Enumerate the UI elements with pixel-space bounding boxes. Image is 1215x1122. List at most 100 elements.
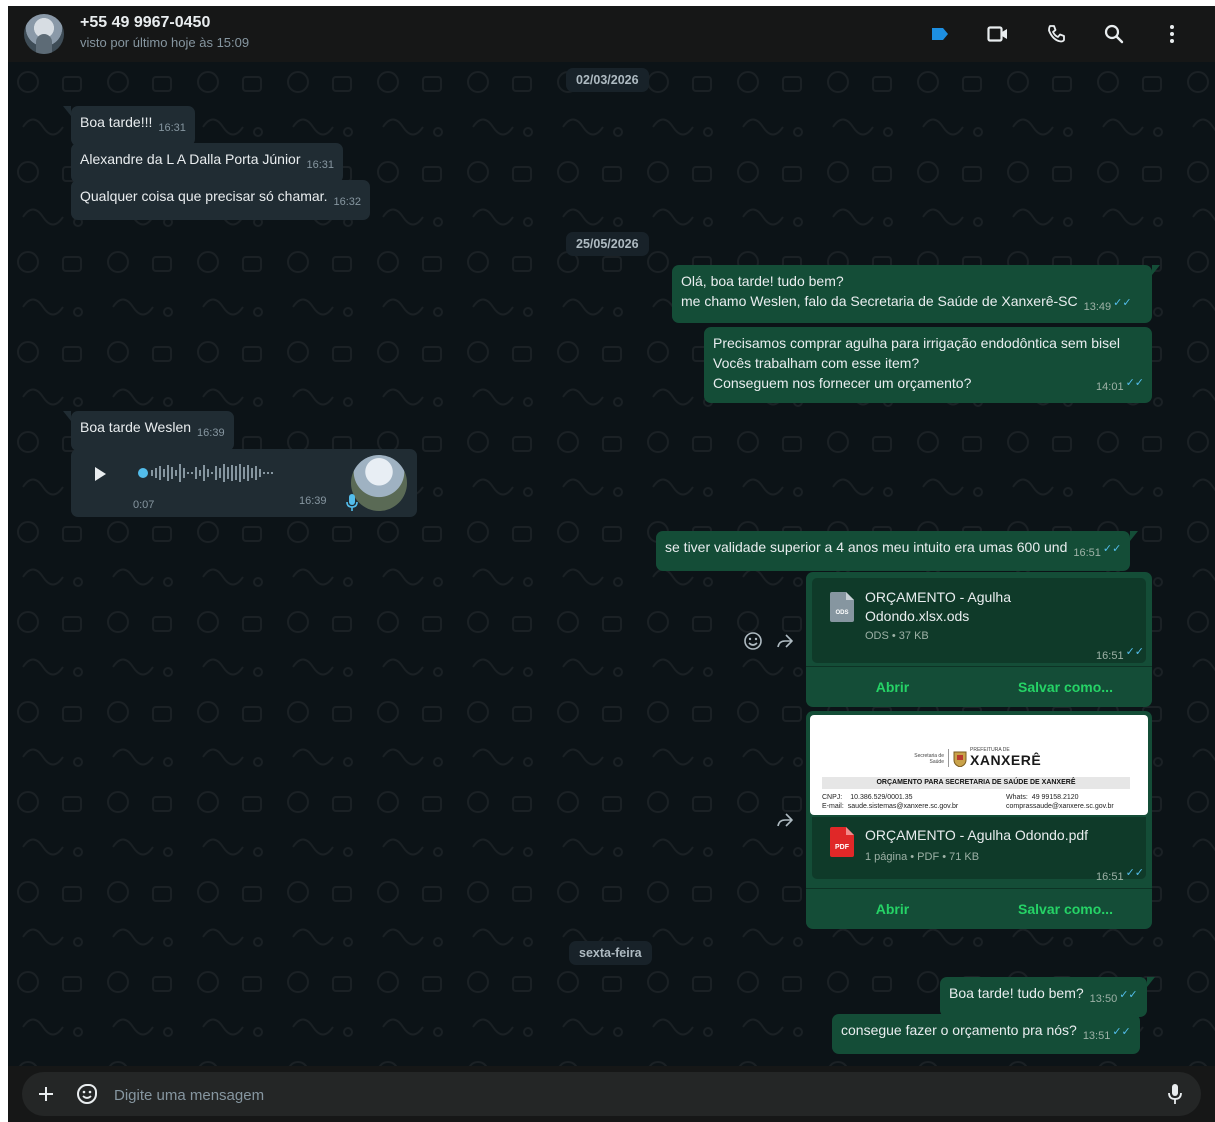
preview-city: XANXERÊ <box>970 752 1042 768</box>
preview-text: 10.386.529/0001.35 <box>850 794 913 801</box>
message-time: 16:39 <box>299 495 327 507</box>
outgoing-message[interactable]: Olá, boa tarde! tudo bem? me chamo Wesle… <box>672 265 1160 323</box>
preview-text: 49 99158.2120 <box>1031 794 1079 801</box>
save-as-button[interactable]: Salvar como... <box>979 667 1152 707</box>
date-divider: 25/05/2026 <box>566 232 649 256</box>
preview-title: ORÇAMENTO PARA SECRETARIA DE SAÚDE DE XA… <box>822 777 1130 789</box>
document-name: ORÇAMENTO - Agulha Odondo.pdf <box>865 827 1089 843</box>
outgoing-message[interactable]: se tiver validade superior a 4 anos meu … <box>656 531 1139 571</box>
bubble-tail <box>1130 531 1139 541</box>
read-ticks-icon: ✓✓ <box>1119 989 1138 1001</box>
sticker-emoji-icon[interactable] <box>76 1083 98 1105</box>
pdf-file-icon: PDF <box>830 827 854 857</box>
message-composer[interactable] <box>22 1072 1201 1116</box>
bubble-tail <box>1146 977 1155 987</box>
message-text-line: me chamo Weslen, falo da Secretaria de S… <box>681 293 1078 309</box>
read-ticks-icon: ✓✓ <box>1112 1026 1131 1038</box>
bubble-tail <box>63 106 71 116</box>
document-message[interactable]: Secretaria de Saúde PREFEITURA DE XANXER… <box>806 711 1152 929</box>
document-meta: ODS • 37 KB <box>865 630 929 642</box>
app-window: +55 49 9967-0450 visto por último hoje à… <box>8 6 1215 1122</box>
document-name: ORÇAMENTO - Agulha Odondo.xlsx.ods <box>865 588 1011 626</box>
message-text: Boa tarde Weslen <box>80 419 192 435</box>
preview-divider <box>948 749 949 767</box>
message-time: 16:51 <box>1073 547 1101 559</box>
document-name-line: ORÇAMENTO - Agulha <box>865 589 1012 605</box>
header-actions <box>911 20 1201 48</box>
document-card[interactable]: PDF ORÇAMENTO - Agulha Odondo.pdf 1 pági… <box>812 817 1146 883</box>
read-ticks-icon: ✓✓ <box>1125 867 1144 879</box>
date-divider: 02/03/2026 <box>566 68 649 92</box>
contact-info[interactable]: +55 49 9967-0450 visto por último hoje à… <box>80 14 249 52</box>
message-time: 14:01 <box>1096 381 1124 393</box>
preview-text: CNPJ: <box>822 794 843 801</box>
forward-icon[interactable] <box>775 631 795 651</box>
microphone-icon[interactable] <box>1167 1083 1183 1105</box>
message-time: 16:51 <box>1096 650 1124 662</box>
message-text: consegue fazer o orçamento pra nós? <box>841 1022 1077 1038</box>
message-list[interactable]: 02/03/2026 Boa tarde!!! 16:31 Alexandre d… <box>8 62 1215 1066</box>
file-type-label: ODS <box>835 610 848 616</box>
preview-text: comprassaude@xanxere.sc.gov.br <box>1006 803 1114 810</box>
ods-file-icon: ODS <box>830 592 854 622</box>
menu-icon[interactable] <box>1143 20 1201 48</box>
message-time: 16:39 <box>197 427 225 439</box>
message-text-line: Olá, boa tarde! tudo bem? <box>681 273 844 289</box>
document-actions: Abrir Salvar como... <box>806 666 1152 707</box>
message-text: se tiver validade superior a 4 anos meu … <box>665 539 1068 555</box>
preview-text: saude.sistemas@xanxere.sc.gov.br <box>847 803 959 810</box>
open-document-button[interactable]: Abrir <box>806 889 979 929</box>
preview-text: Whats: <box>1006 794 1028 801</box>
incoming-message[interactable]: Qualquer coisa que precisar só chamar. 16… <box>71 180 370 220</box>
label-icon[interactable] <box>911 20 969 48</box>
message-text-line: Vocês trabalham com esse item? <box>713 355 920 371</box>
message-time: 13:50 <box>1089 993 1118 1005</box>
video-call-icon[interactable] <box>969 20 1027 48</box>
bubble-tail <box>1152 265 1160 275</box>
search-icon[interactable] <box>1085 20 1143 48</box>
read-ticks-icon: ✓✓ <box>1125 646 1144 658</box>
read-ticks-icon: ✓✓ <box>1102 543 1122 555</box>
message-time: 16:31 <box>306 159 335 171</box>
voice-call-icon[interactable] <box>1027 20 1085 48</box>
document-name-line: Odondo.xlsx.ods <box>865 608 970 624</box>
read-ticks-icon: ✓✓ <box>1125 377 1144 389</box>
open-document-button[interactable]: Abrir <box>806 667 979 707</box>
date-divider: sexta-feira <box>569 941 652 965</box>
message-text-line: Conseguem nos fornecer um orçamento? <box>713 375 972 391</box>
outgoing-message[interactable]: consegue fazer o orçamento pra nós? 13:51… <box>832 1014 1140 1054</box>
outgoing-message[interactable]: Precisamos comprar agulha para irrigação… <box>704 327 1152 403</box>
document-actions: Abrir Salvar como... <box>806 888 1152 929</box>
save-as-button[interactable]: Salvar como... <box>979 889 1152 929</box>
document-meta: 1 página • PDF • 71 KB <box>865 851 980 863</box>
preview-text: E-mail: <box>822 803 844 810</box>
chat-header[interactable]: +55 49 9967-0450 visto por último hoje à… <box>8 6 1215 62</box>
document-message[interactable]: ODS ORÇAMENTO - Agulha Odondo.xlsx.ods O… <box>806 572 1152 707</box>
outgoing-message[interactable]: Boa tarde! tudo bem? 13:50 ✓✓ <box>940 977 1155 1017</box>
message-text: Alexandre da L A Dalla Porta Júnior <box>80 151 301 167</box>
contact-name: +55 49 9967-0450 <box>80 14 211 31</box>
sender-avatar <box>346 455 407 511</box>
bubble-tail <box>63 411 71 421</box>
message-time: 16:31 <box>158 122 186 134</box>
message-text: Boa tarde! tudo bem? <box>949 985 1084 1001</box>
message-text-line: Precisamos comprar agulha para irrigação… <box>713 335 1120 351</box>
city-crest-icon <box>953 751 967 767</box>
pdf-preview[interactable]: Secretaria de Saúde PREFEITURA DE XANXER… <box>810 715 1148 815</box>
emoji-reaction-icon[interactable] <box>743 631 763 651</box>
contact-avatar[interactable] <box>24 14 64 54</box>
preview-text: Saúde <box>929 759 944 765</box>
message-text: Qualquer coisa que precisar só chamar. <box>80 188 328 204</box>
incoming-message[interactable]: Boa tarde!!! 16:31 <box>63 106 195 146</box>
audio-waveform[interactable] <box>137 461 327 485</box>
incoming-message[interactable]: Boa tarde Weslen 16:39 <box>63 411 234 451</box>
incoming-message[interactable]: Alexandre da L A Dalla Porta Júnior 16:31 <box>71 143 344 183</box>
voice-message[interactable]: 0:07 16:39 <box>71 449 417 517</box>
read-ticks-icon: ✓✓ <box>1113 297 1132 309</box>
message-input[interactable] <box>112 1080 1116 1110</box>
attach-plus-icon[interactable] <box>38 1086 54 1102</box>
forward-icon[interactable] <box>775 810 795 830</box>
message-text: Boa tarde!!! <box>80 114 153 130</box>
last-seen-status: visto por último hoje às 15:09 <box>80 35 250 50</box>
play-icon[interactable] <box>95 467 106 481</box>
